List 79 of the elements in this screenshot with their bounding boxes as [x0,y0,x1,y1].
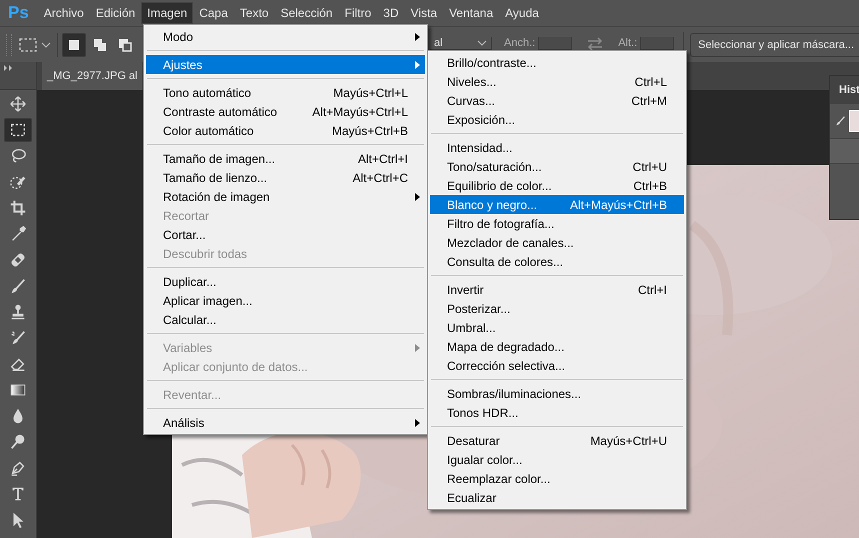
dodge-icon [9,433,27,451]
menu-item[interactable]: Tamaño de lienzo... Alt+Ctrl+C [146,168,425,187]
submenu-arrow-icon [415,344,420,352]
subtract-selection-icon [117,36,133,52]
menu-item[interactable]: Filtro de fotografía... [430,214,684,233]
menu-item[interactable]: Duplicar... [146,272,425,291]
tool-button[interactable] [4,118,32,142]
menu-bar-item[interactable]: Vista [404,2,444,24]
marquee-icon [9,121,27,139]
menu-item[interactable]: Tono automático Mayús+Ctrl+L [146,83,425,102]
menu-item[interactable]: Blanco y negro... Alt+Mayús+Ctrl+B [430,195,684,214]
menu-item[interactable]: Equilibrio de color... Ctrl+B [430,176,684,195]
swap-icon[interactable] [586,36,604,50]
menu-item[interactable]: Invertir Ctrl+I [430,280,684,299]
height-label: Alt.: [618,37,638,50]
menu-item[interactable]: Análisis [146,413,425,432]
submenu-arrow-icon [415,61,420,69]
menu-item[interactable]: Mapa de degradado... [430,337,684,356]
select-and-mask-button[interactable]: Seleccionar y aplicar máscara... [690,32,859,56]
document-tab[interactable]: _MG_2977.JPG al [42,62,142,90]
history-brush-icon[interactable] [834,114,846,128]
menu-item[interactable]: Tamaño de imagen... Alt+Ctrl+I [146,149,425,168]
menu-item[interactable]: Rotación de imagen [146,187,425,206]
height-field[interactable] [640,37,674,50]
stamp-icon [9,303,27,321]
width-label: Anch.: [504,37,536,50]
submenu-arrow-icon [415,33,420,41]
snapshot-thumbnail[interactable] [849,110,859,132]
menu-item[interactable]: Calcular... [146,310,425,329]
menu-item[interactable]: Corrección selectiva... [430,356,684,375]
menu-item[interactable]: Niveles... Ctrl+L [430,72,684,91]
menu-bar-item[interactable]: Capa [193,2,234,24]
menu-item[interactable]: Intensidad... [430,138,684,157]
menu-item[interactable]: Umbral... [430,318,684,337]
menu-item[interactable]: Desaturar Mayús+Ctrl+U [430,431,684,450]
menu-bar-item[interactable]: Imagen [141,2,194,24]
expand-icon[interactable] [4,65,13,71]
caret-icon [477,40,487,46]
lasso-icon [9,147,27,165]
menu-item[interactable]: Contraste automático Alt+Mayús+Ctrl+L [146,102,425,121]
menu-bar-item[interactable]: Texto [234,2,275,24]
menu-item[interactable]: Sombras/iluminaciones... [430,384,684,403]
menu-item[interactable]: Posterizar... [430,299,684,318]
menu-item[interactable]: Aplicar imagen... [146,291,425,310]
menu-item[interactable]: Modo [146,27,425,46]
menu-bar-item[interactable]: Ayuda [499,2,545,24]
menu-bar-item[interactable]: Filtro [338,2,378,24]
menu-item[interactable]: Igualar color... [430,450,684,469]
eyedropper-icon [9,225,27,243]
menu-item[interactable]: Brillo/contraste... [430,53,684,72]
add-selection-icon [92,36,108,52]
menu-item[interactable]: Mezclador de canales... [430,233,684,252]
pen-icon [9,459,27,477]
submenu-arrow-icon [415,193,420,201]
menu-item[interactable]: Ecualizar [430,488,684,507]
menu-item[interactable]: Ajustes [146,55,425,74]
menu-item[interactable]: Cortar... [146,225,425,244]
menu-item[interactable]: Tono/saturación... Ctrl+U [430,157,684,176]
app-logo: Ps [8,3,29,23]
history-brush-icon [9,329,27,347]
brush-icon [9,277,27,295]
menu-bar-item[interactable]: Archivo [38,2,90,24]
menu-item[interactable]: Tonos HDR... [430,403,684,422]
width-field[interactable] [538,37,572,50]
marquee-icon[interactable] [18,36,38,52]
menu-item[interactable]: Color automático Mayús+Ctrl+B [146,121,425,140]
menu-item[interactable]: Consulta de colores... [430,252,684,271]
menu-bar-item[interactable]: 3D [377,2,405,24]
move-icon [9,95,27,113]
selection-mode-button[interactable] [62,32,86,56]
caret-icon[interactable] [41,42,51,48]
menu-bar-item[interactable]: Ventana [443,2,500,24]
menu-bar-item[interactable]: Selección [274,2,339,24]
menu-bar-item[interactable]: Edición [90,2,142,24]
menu-item[interactable]: Reemplazar color... [430,469,684,488]
crop-icon [9,199,27,217]
submenu-arrow-icon [415,419,420,427]
menu-item[interactable]: Curvas... Ctrl+M [430,91,684,110]
menu-item[interactable]: Exposición... [430,110,684,129]
